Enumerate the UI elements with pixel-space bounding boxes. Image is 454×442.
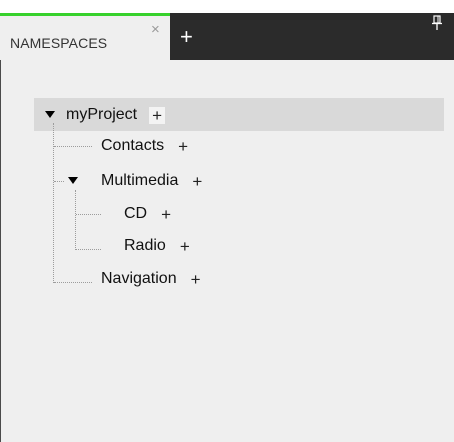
- tree-guide-line: [53, 123, 54, 283]
- collapse-caret-icon[interactable]: [45, 111, 55, 118]
- add-child-button[interactable]: +: [161, 206, 171, 223]
- tree-node-label[interactable]: myProject: [66, 106, 137, 124]
- tree-node-label[interactable]: Multimedia: [101, 172, 178, 190]
- tree-node-navigation: Navigation +: [101, 268, 201, 290]
- add-child-button[interactable]: +: [180, 238, 190, 255]
- tree-node-label[interactable]: Radio: [124, 237, 166, 255]
- tree-guide-line: [54, 181, 64, 182]
- active-tab-indicator: [0, 13, 170, 16]
- tree-guide-line: [75, 190, 76, 250]
- tree-node-multimedia: Multimedia +: [101, 170, 202, 192]
- tree-guide-line: [54, 146, 92, 147]
- add-child-button[interactable]: +: [149, 106, 166, 124]
- collapse-caret-icon[interactable]: [68, 177, 78, 184]
- add-child-button[interactable]: +: [192, 173, 202, 190]
- tree-guide-line: [76, 214, 101, 215]
- add-tab-button[interactable]: +: [180, 26, 193, 48]
- tree-node-label[interactable]: CD: [124, 205, 147, 223]
- tree-guide-line: [54, 282, 92, 283]
- tree-node-cd: CD +: [124, 203, 171, 225]
- tree-node-myproject: myProject +: [66, 104, 166, 126]
- tree-node-label[interactable]: Contacts: [101, 137, 164, 155]
- tree-node-label[interactable]: Navigation: [101, 270, 177, 288]
- close-icon[interactable]: ×: [151, 22, 160, 37]
- add-child-button[interactable]: +: [191, 271, 201, 288]
- tab-namespaces[interactable]: NAMESPACES ×: [0, 13, 170, 60]
- tree-guide-line: [76, 249, 101, 250]
- pin-icon[interactable]: [431, 15, 443, 31]
- tree-node-radio: Radio +: [124, 235, 190, 257]
- tab-bar: NAMESPACES × +: [0, 13, 454, 60]
- tab-label: NAMESPACES: [10, 35, 108, 51]
- add-child-button[interactable]: +: [178, 138, 188, 155]
- tree-node-contacts: Contacts +: [101, 135, 188, 157]
